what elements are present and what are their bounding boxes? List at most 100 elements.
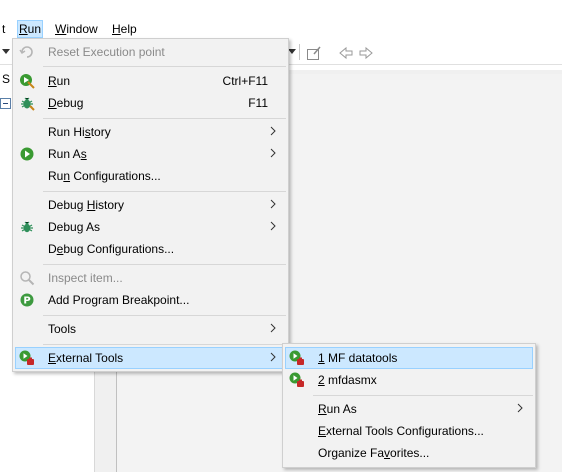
label-post: Configurations... [70,169,161,183]
submenu-arrow-icon [270,199,276,209]
menu-item-mfdasmx[interactable]: 2 mfdasmx [285,369,533,391]
menu-item-label: 1 MF datatools [318,351,397,365]
label-post: istory [95,198,125,212]
label-pre: Ru [48,169,64,183]
menu-separator [43,66,286,67]
label-post: orites... [390,446,430,460]
mnemonic: 2 [318,373,325,387]
mnemonic: R [318,402,327,416]
menu-item-inspect-item: Inspect item... [15,267,286,289]
menu-item-label: Debug [48,96,83,110]
submenu-arrow-icon [270,323,276,333]
forward-arrow-icon[interactable] [358,45,374,61]
breakpoint-p-icon: P [20,293,34,307]
external-tool-run-icon [289,372,304,387]
new-edit-icon[interactable] [306,45,322,61]
run-menu: Reset Execution point Run Ctrl+F11 Debug… [12,38,289,372]
menu-item-external-tools-configurations[interactable]: External Tools Configurations... [285,420,533,442]
menu-item-reset-execution-point: Reset Execution point [15,41,286,63]
toolbar-separator [299,44,300,60]
menu-item-label: External Tools [48,351,123,365]
menubar-item-window[interactable]: Window [53,21,100,37]
mnemonic: 1 [318,351,325,365]
menu-item-debug-history[interactable]: Debug History [15,194,286,216]
mnemonic: R [19,22,28,36]
mnemonic: W [55,22,67,36]
menu-item-debug-configurations[interactable]: Debug Configurations... [15,238,286,260]
external-tool-run-icon [289,350,304,365]
menu-separator [43,264,286,265]
label-post: un As [326,402,357,416]
label-post: un [56,74,71,88]
menu-item-label: Run History [48,125,111,139]
label-post: As [83,220,101,234]
submenu-arrow-icon [270,221,276,231]
submenu-arrow-icon [270,148,276,158]
submenu-arrow-icon [517,403,523,413]
menu-item-label: 2 mfdasmx [318,373,377,387]
dropdown-arrow-icon[interactable] [2,49,10,55]
dropdown-arrow-icon[interactable] [288,49,296,55]
run-icon [20,147,34,161]
menu-separator [313,395,533,396]
reset-icon [19,46,33,58]
menu-item-label: Debug Configurations... [48,242,174,256]
label-pre: D [48,242,57,256]
menubar-item-help[interactable]: Help [110,21,139,37]
menu-item-run[interactable]: Run Ctrl+F11 [15,70,286,92]
menu-item-label: Inspect item... [48,271,123,285]
mnemonic: E [48,351,57,365]
menubar-item-run[interactable]: Run [17,20,44,38]
menu-item-label: Organize Favorites... [318,446,429,460]
menu-item-label: Run [48,74,70,88]
run-icon [20,74,35,89]
menu-separator [43,191,286,192]
debug-bug-icon [21,221,33,233]
label-pre: Debug [48,198,87,212]
label-post: MF datatools [324,351,398,365]
label-pre: Run Hi [48,125,85,139]
menu-item-label: Debug History [48,198,124,212]
label-post: ebug [56,96,84,110]
label-pre: Debu [48,220,77,234]
collapse-tree-icon[interactable] [0,98,12,110]
menu-item-external-tools[interactable]: External Tools [15,347,286,369]
menu-item-run-as[interactable]: Run As [15,143,286,165]
menu-item-tools[interactable]: Tools [15,318,286,340]
label-pre: Run A [48,147,81,161]
menu-item-debug-as[interactable]: Debug As [15,216,286,238]
external-tools-icon [19,350,34,365]
menu-item-label: Debug As [48,220,100,234]
menu-item-ext-run-as[interactable]: Run As [285,398,533,420]
mnemonic: E [318,424,327,438]
menubar-item-edit-fragment[interactable]: t [0,21,7,37]
menu-item-debug[interactable]: Debug F11 [15,92,286,114]
panel-tab-fragment[interactable]: S [2,72,10,86]
menu-separator [43,344,286,345]
mnemonic: R [48,74,57,88]
menu-item-label: Run As [318,402,357,416]
label-post: xternal Tools [56,351,124,365]
back-arrow-icon[interactable] [338,45,354,61]
magnifier-icon [20,271,35,286]
menu-separator [43,118,286,119]
submenu-arrow-icon [270,352,276,362]
mnemonic: s [80,147,87,161]
mnemonic: D [48,96,57,110]
menu-item-mf-datatools[interactable]: 1 MF datatools [285,347,533,369]
accelerator: F11 [248,96,268,110]
external-tools-menu: 1 MF datatools 2 mfdasmx Run As External… [282,343,536,468]
label-post: tory [90,125,111,139]
label-post: bug Configurations... [63,242,175,256]
menu-item-label: Tools [48,322,77,336]
label-rest: elp [120,22,137,36]
label-rest: un [27,22,42,36]
menu-item-label: Reset Execution point [48,45,165,59]
menu-item-add-program-breakpoint[interactable]: P Add Program Breakpoint... [15,289,286,311]
label-post: xternal Tools Configurations... [326,424,484,438]
menu-item-label: Add Program Breakpoint... [48,293,190,307]
menu-item-run-history[interactable]: Run History [15,121,286,143]
menu-item-run-configurations[interactable]: Run Configurations... [15,165,286,187]
menu-item-label: External Tools Configurations... [318,424,484,438]
menu-item-organize-favorites[interactable]: Organize Favorites... [285,442,533,464]
